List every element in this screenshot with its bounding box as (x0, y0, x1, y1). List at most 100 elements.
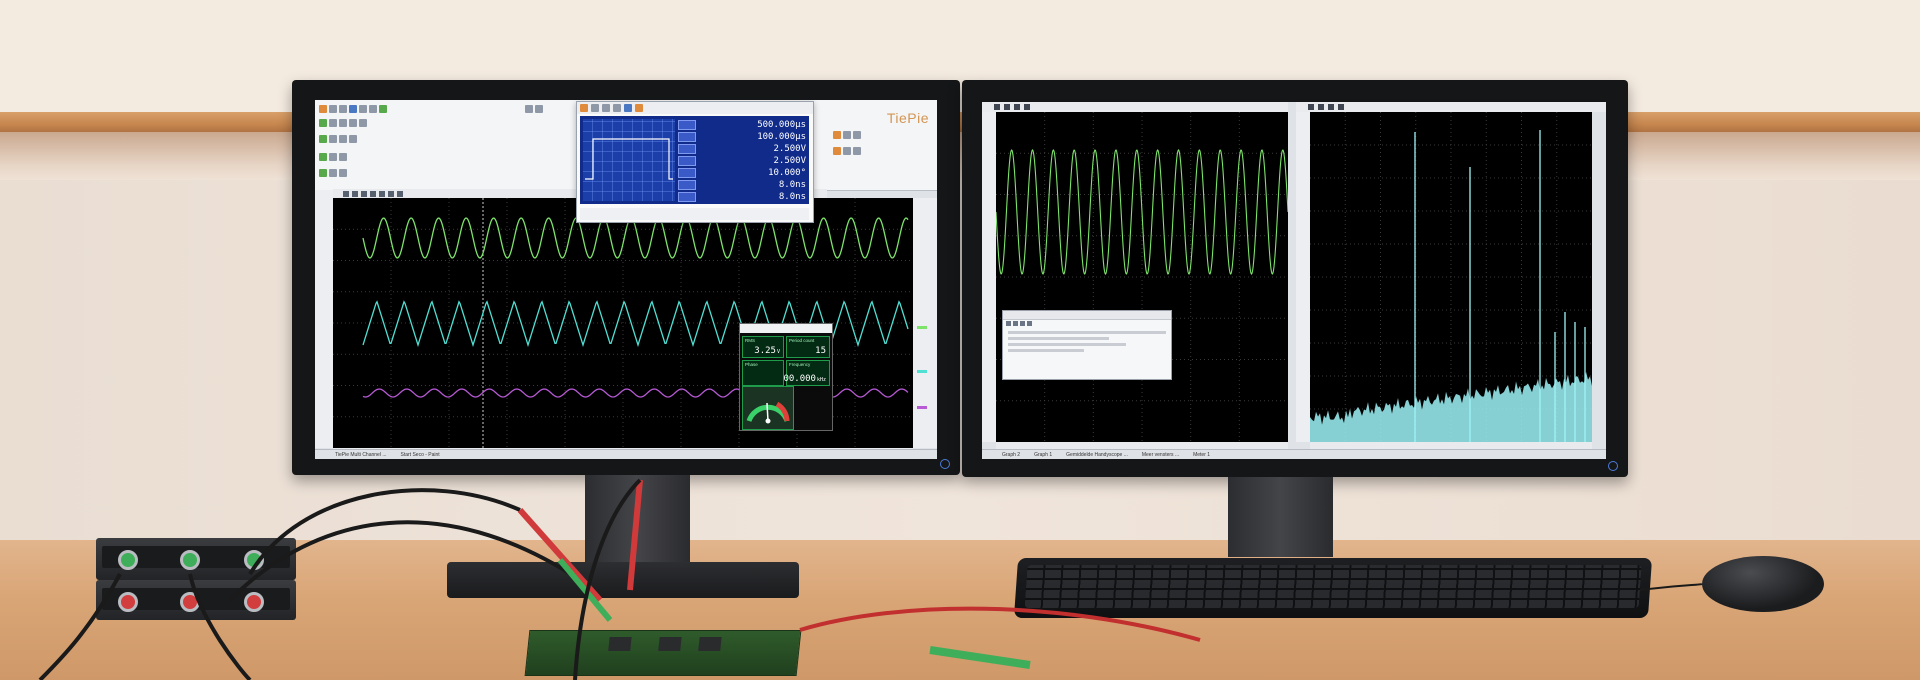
square-icon[interactable] (602, 104, 610, 112)
new-icon[interactable] (319, 105, 327, 113)
help-icon[interactable] (624, 104, 632, 112)
sum-icon[interactable] (525, 105, 533, 113)
field-label (678, 120, 696, 130)
meter-caption: Frequency (789, 362, 811, 367)
taskbar-item[interactable]: Meer vensters ... (1142, 452, 1179, 458)
redo-icon[interactable] (369, 105, 377, 113)
probe-icon[interactable] (349, 135, 357, 143)
range-icon[interactable] (329, 153, 337, 161)
left-monitor-base (447, 562, 799, 598)
grid-icon[interactable] (1024, 104, 1030, 110)
generator-panel[interactable]: 500.000µs 100.000µs 2.500V 2.500V 10.000… (576, 101, 814, 223)
cursor-icon[interactable] (343, 190, 349, 197)
signal-preview (583, 119, 675, 201)
gen-row-offset[interactable]: 2.500V (678, 155, 806, 167)
start-icon[interactable] (319, 119, 327, 127)
pan-icon[interactable] (361, 190, 367, 197)
toolbar-row-1 (319, 104, 387, 114)
range-icon[interactable] (843, 131, 851, 139)
coupling-icon[interactable] (339, 169, 347, 177)
run-icon[interactable] (379, 105, 387, 113)
range-icon[interactable] (329, 169, 337, 177)
range-icon[interactable] (843, 147, 851, 155)
toolbar-row-5 (319, 168, 347, 178)
gauge-dial (746, 401, 790, 424)
ch1-offset-marker[interactable] (917, 326, 927, 329)
waveform-editor-dialog[interactable] (1002, 310, 1172, 380)
ch-enable-icon[interactable] (319, 135, 327, 143)
zoom-out-icon[interactable] (397, 190, 403, 197)
power-icon[interactable] (580, 104, 588, 112)
y-axis-strip[interactable] (315, 190, 333, 448)
settings-icon[interactable] (535, 105, 543, 113)
noise-floor (1310, 371, 1592, 442)
range-icon[interactable] (329, 135, 337, 143)
tiepie-logo: TiePie (886, 110, 929, 126)
print-icon[interactable] (349, 105, 357, 113)
pause-icon[interactable] (329, 119, 337, 127)
triangle-icon[interactable] (613, 104, 621, 112)
pan-icon[interactable] (1328, 104, 1334, 110)
pulse-preview-plot (585, 138, 673, 180)
edit-icon[interactable] (1020, 321, 1025, 326)
taskbar-item[interactable]: Start Seco - Paint (401, 452, 440, 458)
cursor-icon[interactable] (994, 104, 1000, 110)
zoom-icon[interactable] (1004, 104, 1010, 110)
meter-panel[interactable]: RMS 3.25V Period count 15 Frequency 400.… (739, 323, 833, 431)
gen-row-leading-edge[interactable]: 8.0ns (678, 179, 806, 191)
marker-icon[interactable] (379, 190, 385, 197)
ch2-offset-marker[interactable] (917, 370, 927, 373)
cursor-icon[interactable] (1308, 104, 1314, 110)
grid-icon[interactable] (1338, 104, 1344, 110)
channel-2-icon[interactable] (359, 119, 367, 127)
open-icon[interactable] (1006, 321, 1011, 326)
settings-icon[interactable] (1027, 321, 1032, 326)
gen-row-pulse-width[interactable]: 100.000µs (678, 131, 806, 143)
right-screen: Graph 2 Graph 1 Gemiddelde Handyscope ..… (982, 102, 1606, 459)
coupling-icon[interactable] (853, 131, 861, 139)
ch-enable-icon[interactable] (833, 147, 841, 155)
wall-background (0, 0, 1920, 112)
usb-oscilloscope-lower (96, 580, 296, 620)
graph-2-x-axis (1310, 442, 1592, 449)
coupling-icon[interactable] (339, 135, 347, 143)
save-icon[interactable] (1013, 321, 1018, 326)
gen-row-phase[interactable]: 10.000° (678, 167, 806, 179)
dialog-row (1008, 343, 1126, 346)
graph-1-plot[interactable] (995, 112, 1289, 442)
coupling-icon[interactable] (339, 153, 347, 161)
gen-row-period[interactable]: 500.000µs (678, 119, 806, 131)
graph-1-y-axis[interactable] (982, 112, 996, 442)
settings-icon[interactable] (635, 104, 643, 112)
grid-icon[interactable] (370, 190, 376, 197)
channel-marker-strip[interactable] (913, 198, 937, 448)
channel-1-icon[interactable] (349, 119, 357, 127)
taskbar-item[interactable]: Graph 2 (1002, 452, 1020, 458)
meter-header (740, 324, 832, 333)
ch-enable-icon[interactable] (319, 169, 327, 177)
taskbar-item[interactable]: Gemiddelde Handyscope ... (1066, 452, 1128, 458)
undo-icon[interactable] (359, 105, 367, 113)
zoom-in-icon[interactable] (388, 190, 394, 197)
stop-icon[interactable] (339, 119, 347, 127)
generator-values: 500.000µs 100.000µs 2.500V 2.500V 10.000… (678, 119, 806, 203)
pan-icon[interactable] (1014, 104, 1020, 110)
taskbar-item[interactable]: TiePie Multi Channel ... (335, 452, 387, 458)
ch-enable-icon[interactable] (319, 153, 327, 161)
sine-icon[interactable] (591, 104, 599, 112)
save-icon[interactable] (339, 105, 347, 113)
ch-enable-icon[interactable] (833, 131, 841, 139)
taskbar: TiePie Multi Channel ... Start Seco - Pa… (315, 449, 937, 459)
gen-row-amplitude[interactable]: 2.500V (678, 143, 806, 155)
zoom-icon[interactable] (352, 190, 358, 197)
taskbar-item[interactable]: Graph 1 (1034, 452, 1052, 458)
taskbar-item[interactable]: Meter 1 (1193, 452, 1210, 458)
graph-2-y-axis[interactable] (1296, 112, 1310, 442)
zoom-icon[interactable] (1318, 104, 1324, 110)
toolbar-row-3 (319, 134, 357, 144)
gen-row-trailing-edge[interactable]: 8.0ns (678, 191, 806, 203)
open-icon[interactable] (329, 105, 337, 113)
ch3-offset-marker[interactable] (917, 406, 927, 409)
coupling-icon[interactable] (853, 147, 861, 155)
graph-2-plot[interactable] (1310, 112, 1592, 442)
